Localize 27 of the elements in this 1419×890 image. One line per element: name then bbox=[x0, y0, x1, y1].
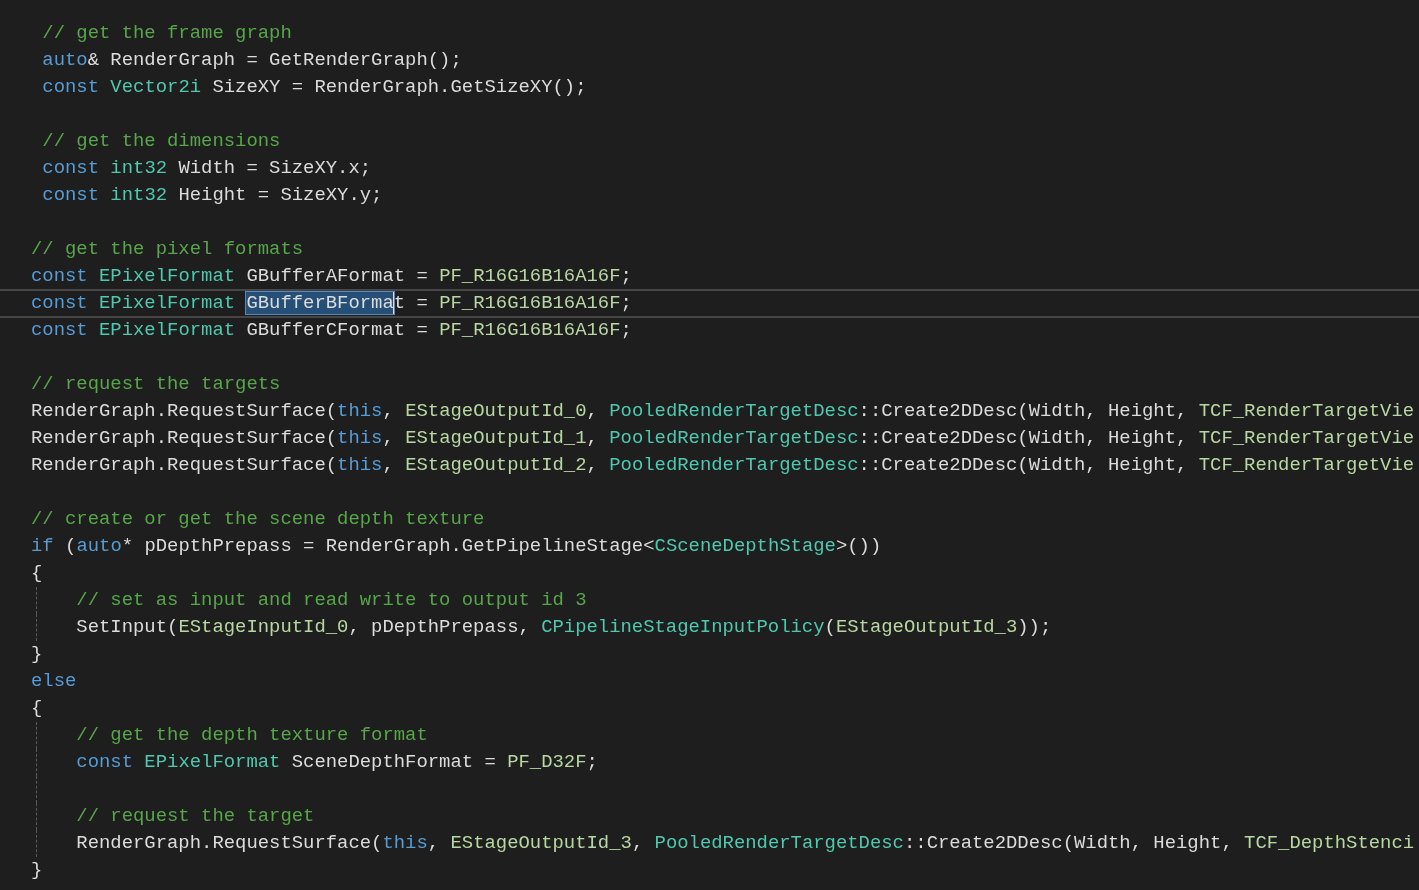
code-line: // get the dimensions bbox=[41, 130, 281, 152]
code-line: } bbox=[31, 859, 43, 881]
code-line: else bbox=[31, 670, 77, 692]
code-line: const int32 Height = SizeXY.y; bbox=[41, 184, 383, 206]
code-line: { bbox=[31, 697, 43, 719]
code-line: RenderGraph.RequestSurface(this, EStageOutputId_0, PooledRenderTargetDesc::Create2DDesc(Width, Height, TCF_RenderTargetVie bbox=[31, 400, 1415, 422]
code-line: } bbox=[31, 643, 43, 665]
code-line: RenderGraph.RequestSurface(this, EStageOutputId_3, PooledRenderTargetDesc::Create2DDesc(Width, Height, TCF_DepthStenci bbox=[75, 832, 1415, 854]
code-line: const Vector2i SizeXY = RenderGraph.GetSizeXY(); bbox=[41, 76, 587, 98]
code-line: const EPixelFormat SceneDepthFormat = PF_D32F; bbox=[75, 751, 598, 773]
code-line: { bbox=[31, 562, 43, 584]
code-line: // request the targets bbox=[31, 373, 281, 395]
code-line: // get the depth texture format bbox=[75, 724, 428, 746]
code-line: RenderGraph.RequestSurface(this, EStageOutputId_2, PooledRenderTargetDesc::Create2DDesc(Width, Height, TCF_RenderTargetVie bbox=[31, 454, 1415, 476]
code-line: const EPixelFormat GBufferBFormat = PF_R16G16B16A16F; bbox=[31, 292, 632, 314]
code-line: if (auto* pDepthPrepass = RenderGraph.GetPipelineStage<CSceneDepthStage>()) bbox=[31, 535, 882, 557]
code-line: // set as input and read write to output id 3 bbox=[75, 589, 587, 611]
code-line: // create or get the scene depth texture bbox=[31, 508, 485, 530]
code-line: // get the pixel formats bbox=[31, 238, 304, 260]
code-line: const EPixelFormat GBufferCFormat = PF_R16G16B16A16F; bbox=[31, 319, 632, 341]
code-line: SetInput(EStageInputId_0, pDepthPrepass, CPipelineStageInputPolicy(EStageOutputId_3)); bbox=[75, 616, 1052, 638]
code-line: const int32 Width = SizeXY.x; bbox=[41, 157, 372, 179]
code-line: // request the target bbox=[75, 805, 315, 827]
code-line: const EPixelFormat GBufferAFormat = PF_R16G16B16A16F; bbox=[31, 265, 632, 287]
code-line: // get the frame graph bbox=[41, 22, 292, 44]
code-line: RenderGraph.RequestSurface(this, EStageOutputId_1, PooledRenderTargetDesc::Create2DDesc(Width, Height, TCF_RenderTargetVie bbox=[31, 427, 1415, 449]
code-line: auto& RenderGraph = GetRenderGraph(); bbox=[41, 49, 462, 71]
